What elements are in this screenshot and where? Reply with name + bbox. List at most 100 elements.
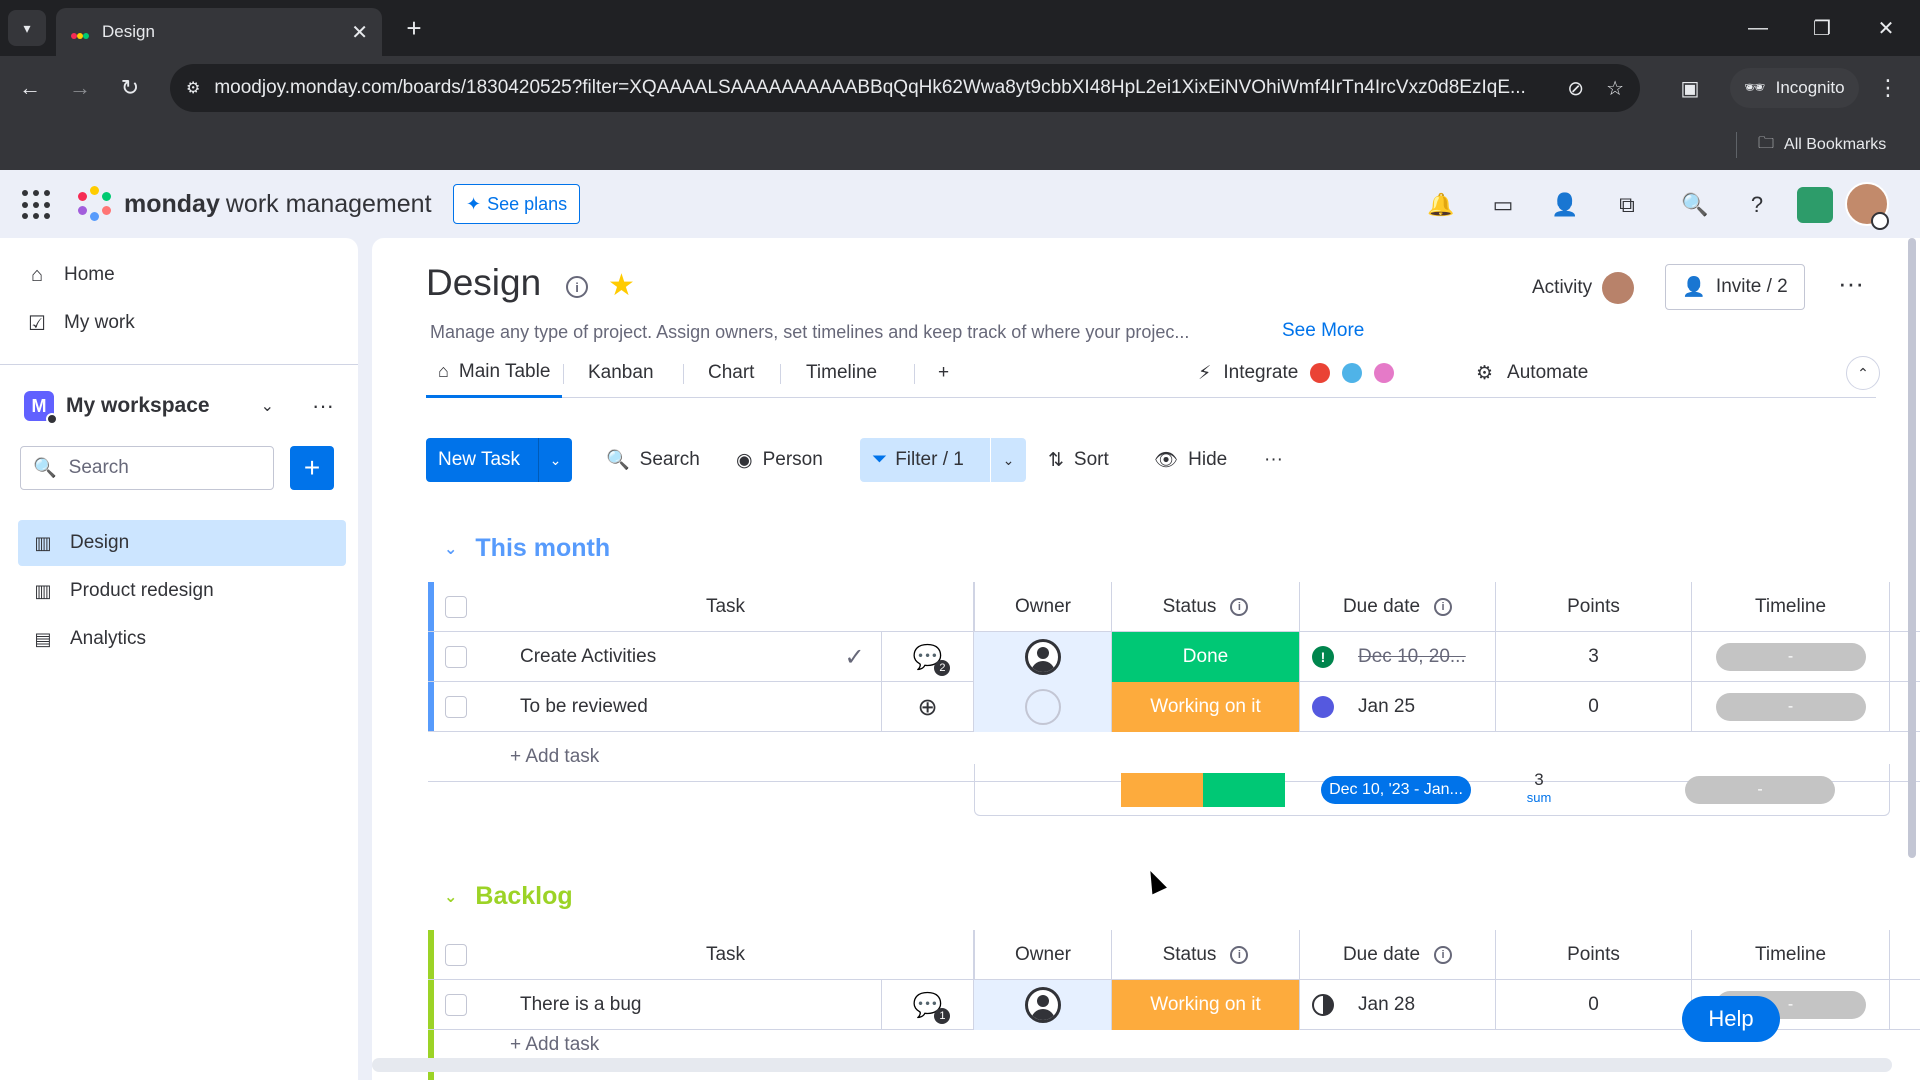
monday-logo[interactable]: monday work management [76, 186, 432, 222]
site-info-icon[interactable]: ⚙ [186, 78, 200, 98]
restore-button[interactable]: ❐ [1802, 12, 1842, 44]
sidebar-item-analytics[interactable]: ▤ Analytics [18, 616, 346, 662]
owner-cell[interactable] [974, 682, 1112, 732]
see-more-link[interactable]: See More [1282, 320, 1364, 342]
status-cell[interactable]: Working on it [1112, 682, 1300, 732]
info-icon[interactable]: i [1434, 946, 1453, 964]
inbox-icon[interactable]: ▭ [1486, 188, 1520, 222]
sidebar-search-input[interactable]: 🔍 Search [20, 446, 274, 490]
bookmark-star-icon[interactable]: ☆ [1606, 76, 1624, 101]
add-task-input[interactable]: + Add task [478, 1030, 974, 1080]
add-view-button[interactable]: + [926, 348, 961, 398]
owner-cell[interactable] [974, 632, 1112, 682]
apps-grid-icon[interactable] [22, 190, 52, 220]
tab-kanban[interactable]: Kanban [576, 348, 666, 398]
product-switcher-icon[interactable] [1797, 187, 1833, 223]
invite-button[interactable]: 👤 Invite / 2 [1665, 264, 1805, 310]
incognito-indicator[interactable]: 🕶 Incognito [1730, 68, 1859, 108]
add-task-input[interactable]: + Add task [478, 732, 974, 782]
search-button[interactable]: 🔍 Search [606, 438, 700, 482]
help-button[interactable]: Help [1682, 996, 1780, 1042]
select-all-checkbox[interactable] [445, 944, 467, 966]
column-header-task[interactable]: Task [478, 930, 974, 980]
task-name-cell[interactable]: There is a bug [478, 980, 882, 1030]
integrate-button[interactable]: ⚡ Integrate [1198, 348, 1395, 398]
column-header-timeline[interactable]: Timeline [1692, 930, 1890, 980]
invite-members-icon[interactable]: 👤 [1548, 188, 1582, 222]
filter-button[interactable]: ⏷ Filter / 1 ⌄ [860, 438, 1026, 482]
updates-cell[interactable]: 💬 1 [882, 980, 974, 1030]
due-date-cell[interactable]: ! Dec 10, 20... [1300, 632, 1496, 682]
points-cell[interactable]: 0 [1496, 682, 1692, 732]
collapse-header-icon[interactable]: ⌃ [1846, 356, 1880, 390]
all-bookmarks-button[interactable]: 🗀 All Bookmarks [1758, 132, 1886, 158]
chevron-down-icon[interactable]: ⌄ [444, 887, 457, 907]
tab-chart[interactable]: Chart [696, 348, 766, 398]
tab-search-button[interactable]: ▾ [8, 10, 46, 46]
tab-timeline[interactable]: Timeline [794, 348, 889, 398]
horizontal-scrollbar[interactable] [372, 1058, 1892, 1072]
column-header-owner[interactable]: Owner [974, 582, 1112, 632]
chevron-down-icon[interactable]: ⌄ [261, 396, 274, 416]
board-more-icon[interactable]: ··· [1838, 268, 1864, 299]
sidebar-item-design[interactable]: ▥ Design [18, 520, 346, 566]
timeline-summary[interactable]: - [1685, 776, 1835, 804]
owner-cell[interactable] [974, 980, 1112, 1030]
info-icon[interactable]: i [566, 276, 588, 298]
due-date-cell[interactable]: Jan 25 [1300, 682, 1496, 732]
vertical-scrollbar[interactable] [1908, 238, 1916, 858]
status-summary-bar[interactable] [1121, 773, 1285, 807]
tab-close-icon[interactable]: ✕ [351, 20, 368, 45]
column-header-points[interactable]: Points [1496, 582, 1692, 632]
close-window-button[interactable]: ✕ [1866, 12, 1906, 44]
sidebar-item-my-work[interactable]: ☑ My work [24, 304, 135, 342]
updates-cell[interactable]: 💬 2 [882, 632, 974, 682]
forward-button[interactable]: → [62, 70, 98, 106]
workspace-more-icon[interactable]: ··· [312, 393, 334, 419]
sidebar-item-home[interactable]: ⌂ Home [24, 256, 115, 294]
info-icon[interactable]: i [1230, 598, 1249, 616]
help-icon[interactable]: ? [1740, 188, 1774, 222]
column-header-owner[interactable]: Owner [974, 930, 1112, 980]
select-all-checkbox[interactable] [445, 596, 467, 618]
task-name-cell[interactable]: To be reviewed [478, 682, 882, 732]
browser-menu-icon[interactable]: ⋮ [1872, 70, 1904, 106]
timeline-cell[interactable]: - [1692, 632, 1890, 682]
notifications-bell-icon[interactable]: 🔔 [1424, 188, 1458, 222]
add-board-button[interactable]: + [290, 446, 334, 490]
due-date-cell[interactable]: Jan 28 [1300, 980, 1496, 1030]
chevron-down-icon[interactable]: ⌄ [990, 438, 1026, 482]
points-cell[interactable]: 3 [1496, 632, 1692, 682]
favorite-star-icon[interactable]: ★ [608, 268, 635, 303]
apps-puzzle-icon[interactable]: ⧉ [1610, 188, 1644, 222]
points-summary[interactable]: 3 sum [1441, 770, 1637, 805]
row-checkbox[interactable] [445, 696, 467, 718]
status-cell[interactable]: Working on it [1112, 980, 1300, 1030]
status-cell[interactable]: Done [1112, 632, 1300, 682]
see-plans-button[interactable]: ✦ See plans [453, 184, 581, 224]
new-tab-button[interactable]: + [398, 12, 430, 44]
side-panel-icon[interactable]: ▣ [1672, 70, 1708, 106]
minimize-button[interactable]: — [1738, 12, 1778, 44]
new-task-button[interactable]: New Task ⌄ [426, 438, 572, 482]
activity-button[interactable]: Activity [1532, 272, 1635, 304]
row-checkbox[interactable] [445, 646, 467, 668]
address-bar[interactable]: ⚙ moodjoy.monday.com/boards/1830420525?f… [170, 64, 1640, 112]
column-header-status[interactable]: Status i [1112, 930, 1300, 980]
column-header-due-date[interactable]: Due date i [1300, 930, 1496, 980]
column-header-task[interactable]: Task [478, 582, 974, 632]
page-title[interactable]: Design [426, 262, 541, 304]
check-circle-icon[interactable]: ✓ [828, 632, 882, 682]
table-row[interactable]: To be reviewed ⊕ Working on it Jan 25 0 … [428, 682, 1920, 732]
info-icon[interactable]: i [1434, 598, 1453, 616]
group-header-this-month[interactable]: ⌄ This month [444, 534, 610, 563]
chevron-down-icon[interactable]: ⌄ [538, 438, 572, 482]
back-button[interactable]: ← [12, 70, 48, 106]
sidebar-item-product-redesign[interactable]: ▥ Product redesign [18, 568, 346, 614]
row-checkbox[interactable] [445, 994, 467, 1016]
column-header-status[interactable]: Status i [1112, 582, 1300, 632]
table-row[interactable]: Create Activities ✓ 💬 2 Done ! Dec 10, 20… [428, 632, 1920, 682]
eye-off-icon[interactable]: ⊘ [1567, 76, 1584, 101]
info-icon[interactable]: i [1230, 946, 1249, 964]
more-options-button[interactable]: ··· [1264, 438, 1283, 482]
